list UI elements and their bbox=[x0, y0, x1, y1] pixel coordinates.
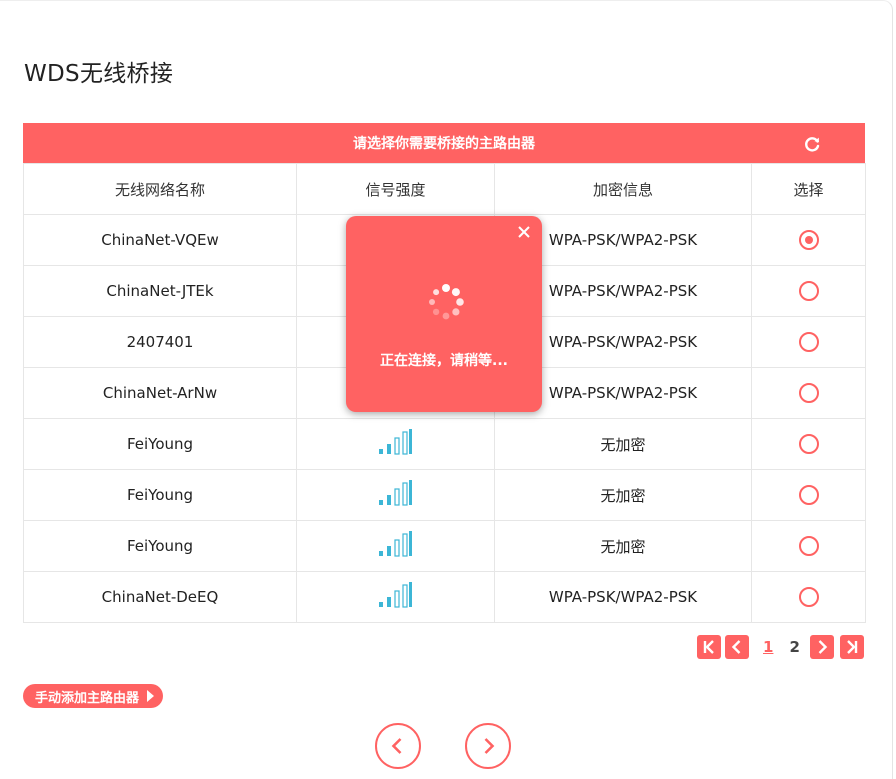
ssid-cell: ChinaNet-VQEw bbox=[23, 214, 297, 266]
loading-spinner-icon bbox=[429, 284, 464, 320]
refresh-icon[interactable] bbox=[801, 133, 823, 155]
page-number-2[interactable]: 2 bbox=[781, 638, 807, 656]
table-row[interactable]: FeiYoung 无加密 bbox=[23, 520, 866, 572]
chevron-right-icon bbox=[484, 738, 495, 754]
select-cell bbox=[751, 367, 866, 419]
select-radio[interactable] bbox=[798, 383, 819, 403]
table-header-title: 请选择你需要桥接的主路由器 bbox=[353, 136, 535, 152]
column-header-select: 选择 bbox=[751, 163, 866, 215]
page-title: WDS无线桥接 bbox=[24, 61, 174, 87]
ssid-cell: ChinaNet-DeEQ bbox=[23, 571, 297, 623]
select-radio[interactable] bbox=[798, 281, 819, 301]
manual-add-router-label: 手动添加主路由器 bbox=[35, 690, 140, 706]
select-radio[interactable] bbox=[798, 332, 819, 352]
connecting-message: 正在连接，请稍等... bbox=[380, 353, 508, 369]
select-cell bbox=[751, 571, 866, 623]
ssid-cell: FeiYoung bbox=[23, 520, 297, 572]
signal-strength-icon bbox=[378, 480, 412, 506]
chevron-right-icon bbox=[818, 640, 828, 654]
column-header-encryption: 加密信息 bbox=[494, 163, 752, 215]
select-cell bbox=[751, 265, 866, 317]
ssid-cell: ChinaNet-JTEk bbox=[23, 265, 297, 317]
page-number-1[interactable]: 1 bbox=[755, 638, 781, 656]
select-cell bbox=[751, 469, 866, 521]
signal-cell bbox=[296, 520, 495, 572]
chevron-left-icon bbox=[391, 738, 402, 754]
encryption-cell: 无加密 bbox=[494, 469, 752, 521]
select-cell bbox=[751, 214, 866, 266]
table-header-row: 无线网络名称 信号强度 加密信息 选择 bbox=[23, 163, 866, 215]
encryption-cell: 无加密 bbox=[494, 520, 752, 572]
last-page-icon bbox=[847, 640, 858, 654]
signal-cell bbox=[296, 571, 495, 623]
ssid-cell: FeiYoung bbox=[23, 418, 297, 470]
chevron-left-icon bbox=[731, 640, 741, 654]
signal-strength-icon bbox=[378, 429, 412, 455]
select-radio[interactable] bbox=[798, 587, 819, 607]
ssid-cell: FeiYoung bbox=[23, 469, 297, 521]
table-row[interactable]: FeiYoung 无加密 bbox=[23, 418, 866, 470]
signal-strength-icon bbox=[378, 582, 412, 608]
select-radio[interactable] bbox=[798, 536, 819, 556]
signal-strength-icon bbox=[378, 531, 412, 557]
first-page-icon bbox=[703, 640, 714, 654]
select-cell bbox=[751, 316, 866, 368]
connecting-dialog: 正在连接，请稍等... bbox=[346, 216, 542, 412]
manual-add-router-button[interactable]: 手动添加主路由器 bbox=[23, 684, 164, 708]
select-radio[interactable] bbox=[798, 434, 819, 454]
signal-cell bbox=[296, 418, 495, 470]
last-page-button[interactable] bbox=[839, 635, 864, 659]
encryption-cell: WPA-PSK/WPA2-PSK bbox=[494, 571, 752, 623]
select-cell bbox=[751, 418, 866, 470]
next-button[interactable] bbox=[465, 723, 511, 769]
close-icon[interactable] bbox=[516, 224, 532, 240]
column-header-ssid: 无线网络名称 bbox=[23, 163, 297, 215]
select-cell bbox=[751, 520, 866, 572]
ssid-cell: 2407401 bbox=[23, 316, 297, 368]
ssid-cell: ChinaNet-ArNw bbox=[23, 367, 297, 419]
table-row[interactable]: ChinaNet-DeEQ WPA-PSK/WPA2-PSK bbox=[23, 571, 866, 623]
signal-cell bbox=[296, 469, 495, 521]
encryption-cell: 无加密 bbox=[494, 418, 752, 470]
first-page-button[interactable] bbox=[697, 635, 721, 659]
select-radio[interactable] bbox=[798, 230, 819, 250]
table-row[interactable]: FeiYoung 无加密 bbox=[23, 469, 866, 521]
select-radio[interactable] bbox=[798, 485, 819, 505]
prev-page-button[interactable] bbox=[725, 635, 749, 659]
next-page-button[interactable] bbox=[809, 635, 834, 659]
column-header-signal: 信号强度 bbox=[296, 163, 495, 215]
triangle-right-icon bbox=[147, 690, 155, 702]
table-header-bar: 请选择你需要桥接的主路由器 bbox=[23, 123, 865, 163]
back-button[interactable] bbox=[375, 723, 421, 769]
pagination: 1 2 bbox=[697, 635, 864, 659]
